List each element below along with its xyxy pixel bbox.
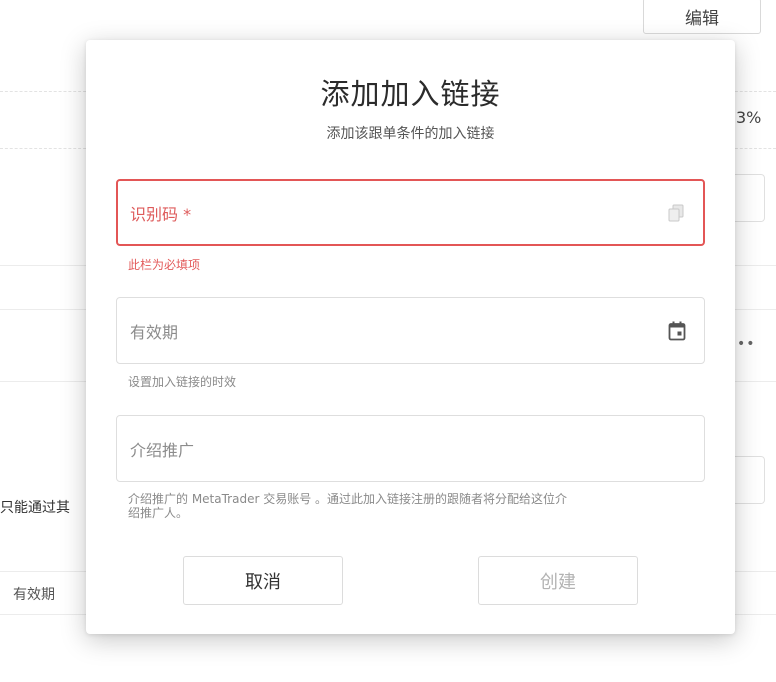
divider [0, 571, 86, 572]
divider [735, 309, 776, 310]
cancel-button[interactable]: 取消 [183, 556, 343, 605]
divider [0, 91, 86, 92]
calendar-icon[interactable] [666, 320, 688, 342]
background-input [735, 174, 765, 222]
divider [0, 265, 86, 266]
divider [735, 91, 776, 92]
divider [735, 265, 776, 266]
referral-field-label: 介绍推广 [130, 440, 195, 460]
referral-field-helper: 介绍推广的 MetaTrader 交易账号 。通过此加入链接注册的跟随者将分配给… [128, 492, 567, 520]
background-text: 只能通过其 [0, 500, 70, 516]
validity-field-label: 有效期 [130, 322, 179, 342]
referral-helper-line: 绍推广人。 [128, 506, 189, 520]
divider [735, 148, 776, 149]
code-field-label: 识别码 * [130, 204, 192, 224]
validity-field[interactable]: 有效期 [116, 297, 705, 364]
add-join-link-dialog: 添加加入链接 添加该跟单条件的加入链接 识别码 * 此栏为必填项 有效期 设置加… [86, 40, 735, 634]
code-field[interactable]: 识别码 * [116, 179, 705, 246]
edit-button[interactable]: 编辑 [643, 0, 761, 34]
divider [735, 614, 776, 615]
dialog-title: 添加加入链接 [320, 77, 501, 111]
copy-icon[interactable] [665, 202, 687, 224]
divider [0, 614, 86, 615]
background-input [735, 456, 765, 504]
divider [735, 571, 776, 572]
divider [0, 309, 86, 310]
more-icon[interactable]: •• [737, 336, 756, 352]
background-validity-label: 有效期 [13, 587, 55, 603]
referral-field[interactable]: 介绍推广 [116, 415, 705, 482]
divider [735, 381, 776, 382]
create-button[interactable]: 创建 [478, 556, 638, 605]
dialog-subtitle: 添加该跟单条件的加入链接 [326, 126, 495, 142]
percent-value: 3% [736, 108, 762, 127]
referral-helper-line: 介绍推广的 MetaTrader 交易账号 。通过此加入链接注册的跟随者将分配给… [128, 492, 568, 506]
divider [0, 148, 86, 149]
code-field-error: 此栏为必填项 [128, 258, 201, 272]
validity-field-helper: 设置加入链接的时效 [128, 375, 237, 389]
divider [0, 381, 86, 382]
